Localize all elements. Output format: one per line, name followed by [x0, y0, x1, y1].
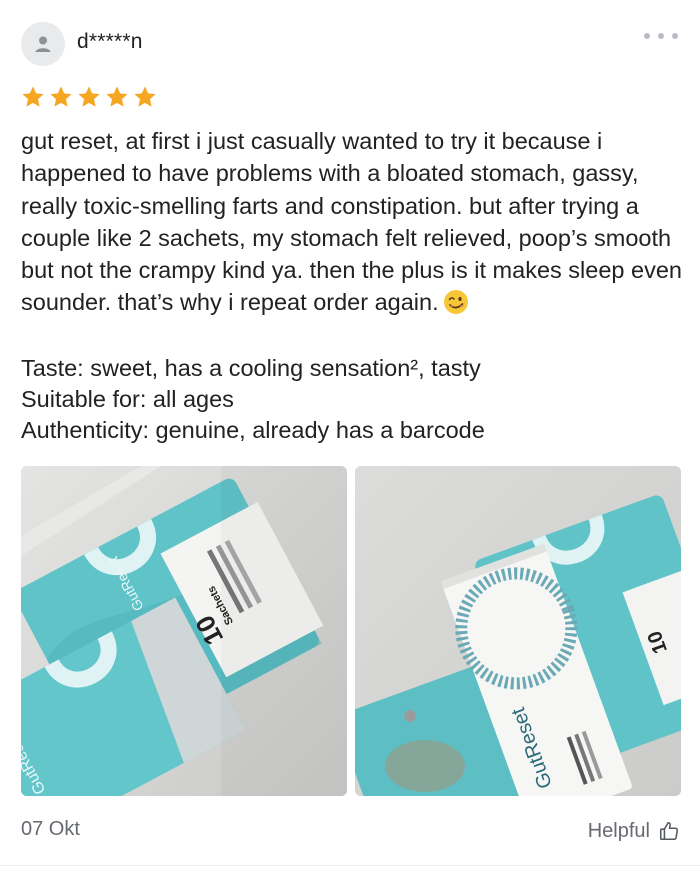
helpful-button[interactable]: Helpful	[588, 815, 680, 847]
review-header: d*****n	[21, 22, 680, 66]
review-card: d*****n gut reset, at first i just casua…	[0, 0, 700, 869]
review-photo-2[interactable]: 10 GutReset	[355, 466, 681, 796]
more-options-button[interactable]	[644, 24, 678, 48]
attribute-taste: Taste: sweet, has a cooling sensation², …	[21, 355, 481, 381]
star-icon	[50, 86, 72, 107]
more-dots-icon	[672, 33, 678, 39]
helpful-label: Helpful	[587, 819, 650, 842]
review-body-text: gut reset, at first i just casually want…	[21, 128, 682, 316]
star-rating	[20, 84, 158, 110]
avatar[interactable]	[21, 22, 65, 66]
review-photo-1[interactable]: GutReset 10 Sachets GutReset	[21, 466, 347, 796]
photo-2-image: 10 GutReset	[355, 466, 681, 796]
winking-face-emoji	[443, 290, 468, 315]
more-dots-icon	[658, 33, 664, 39]
review-footer: 07 Okt Helpful	[21, 815, 680, 847]
photo-1-image: GutReset 10 Sachets GutReset	[21, 466, 347, 796]
review-date: 07 Okt	[21, 818, 80, 840]
review-attributes: Taste: sweet, has a cooling sensation², …	[21, 353, 683, 446]
star-icon	[22, 86, 44, 107]
divider	[0, 865, 700, 866]
attribute-authenticity: Authenticity: genuine, already has a bar…	[21, 417, 485, 443]
star-icon	[78, 86, 100, 107]
star-icon	[106, 86, 128, 107]
thumbs-up-icon	[659, 821, 679, 841]
star-icon	[134, 86, 156, 107]
user-icon	[35, 36, 51, 52]
reviewer-name[interactable]: d*****n	[77, 30, 143, 54]
attribute-suitable-for: Suitable for: all ages	[21, 386, 234, 412]
review-text: gut reset, at first i just casually want…	[21, 125, 683, 319]
review-photos: GutReset 10 Sachets GutReset 10 GutReset	[21, 466, 681, 796]
more-dots-icon	[644, 33, 650, 39]
